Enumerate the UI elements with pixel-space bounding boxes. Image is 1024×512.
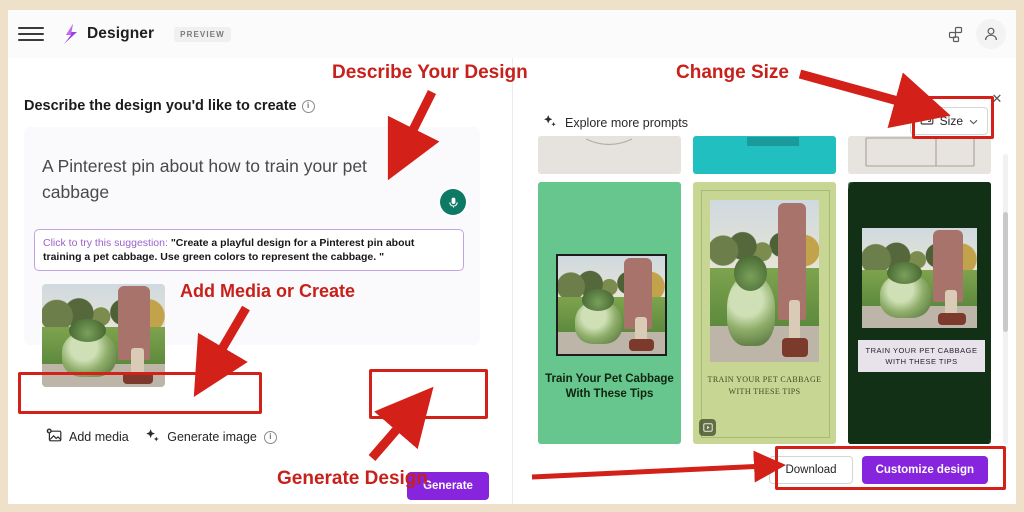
design-card-partial-3[interactable] xyxy=(848,136,991,174)
panel-title-text: Describe the design you'd like to create xyxy=(24,98,297,114)
preview-badge: PREVIEW xyxy=(174,26,231,42)
annotation-describe-your-design: Describe Your Design xyxy=(332,62,528,83)
results-row-main: Train Your Pet Cabbage With These Tips T… xyxy=(538,182,993,444)
topbar-right-controls xyxy=(940,19,1006,49)
apps-grid-icon[interactable] xyxy=(940,19,970,49)
design-card-image xyxy=(710,200,819,362)
annotation-change-size: Change Size xyxy=(676,62,789,83)
design-card[interactable]: TRAIN YOUR PET CABBAGE WITH THESE TIPS xyxy=(693,182,836,444)
design-card-caption: Train Your Pet Cabbage With These Tips xyxy=(545,373,674,400)
design-card-image xyxy=(556,254,667,356)
explore-more-prompts-button[interactable]: Explore more prompts xyxy=(543,114,688,131)
design-card-selected[interactable]: TRAIN YOUR PET CABBAGE WITH THESE TIPS xyxy=(848,182,991,444)
app-topbar: Designer PREVIEW xyxy=(8,10,1016,59)
media-toolbar: Add media Generate image i xyxy=(40,422,500,462)
suggestion-chip[interactable]: Click to try this suggestion: "Create a … xyxy=(34,229,464,271)
info-icon[interactable]: i xyxy=(263,430,277,444)
add-media-label: Add media xyxy=(69,430,129,444)
annotation-generate-design: Generate Design xyxy=(277,468,428,489)
designer-logo-icon xyxy=(60,23,80,45)
account-person-icon[interactable] xyxy=(976,19,1006,49)
microphone-icon[interactable] xyxy=(440,189,466,215)
explore-more-prompts-label: Explore more prompts xyxy=(565,115,688,130)
annotation-add-media-or-create: Add Media or Create xyxy=(180,281,356,301)
design-card-image xyxy=(862,228,977,328)
design-card-caption: TRAIN YOUR PET CABBAGE WITH THESE TIPS xyxy=(707,375,822,396)
suggestion-lead: Click to try this suggestion: xyxy=(43,237,168,249)
brand-name: Designer xyxy=(87,25,155,42)
hamburger-menu-icon[interactable] xyxy=(18,21,44,47)
design-card[interactable]: Train Your Pet Cabbage With These Tips xyxy=(538,182,681,444)
design-card-caption: TRAIN YOUR PET CABBAGE WITH THESE TIPS xyxy=(858,340,985,372)
highlight-box-generate xyxy=(369,369,488,419)
add-media-icon xyxy=(46,428,62,446)
info-icon[interactable]: i xyxy=(301,99,315,113)
highlight-box-actions xyxy=(775,446,1006,490)
sparkle-icon xyxy=(543,114,557,131)
generate-image-label: Generate image xyxy=(167,430,257,444)
design-card-partial-1[interactable] xyxy=(538,136,681,174)
generate-image-button[interactable]: Generate image i xyxy=(139,422,283,452)
prompt-textarea[interactable]: A Pinterest pin about how to train your … xyxy=(42,153,412,205)
prompt-card: A Pinterest pin about how to train your … xyxy=(24,127,480,387)
design-card-partial-2[interactable] xyxy=(693,136,836,174)
designer-app-window: Designer PREVIEW Describe the design you… xyxy=(8,10,1016,504)
design-results-grid: Train Your Pet Cabbage With These Tips T… xyxy=(538,136,993,446)
results-scrollbar[interactable] xyxy=(1003,154,1008,444)
brand: Designer xyxy=(60,23,154,45)
highlight-box-size xyxy=(912,96,994,139)
add-media-button[interactable]: Add media xyxy=(40,422,135,452)
sparkle-icon xyxy=(145,428,160,446)
results-row-partial xyxy=(538,136,993,174)
highlight-box-media-toolbar xyxy=(18,372,262,414)
panel-title: Describe the design you'd like to create… xyxy=(24,98,480,114)
video-play-icon[interactable] xyxy=(699,419,716,436)
